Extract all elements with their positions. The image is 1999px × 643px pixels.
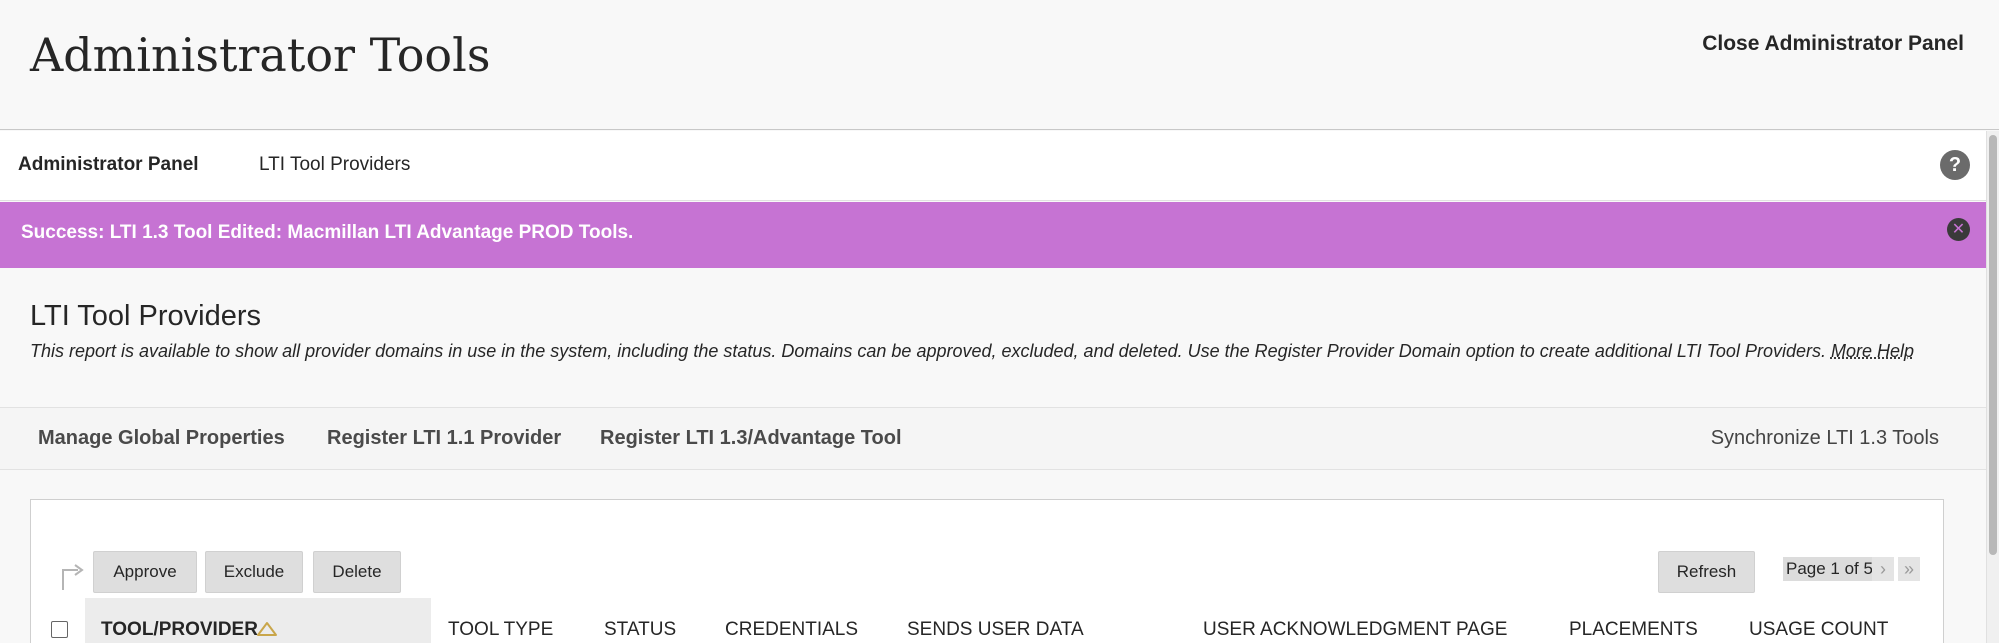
column-sends-user-data[interactable]: SENDS USER DATA [907,619,1084,641]
close-admin-panel-link[interactable]: Close Administrator Panel [1702,32,1964,56]
help-icon[interactable]: ? [1940,150,1970,180]
delete-button[interactable]: Delete [313,551,401,593]
approve-button[interactable]: Approve [93,551,197,593]
breadcrumb-admin-panel[interactable]: Administrator Panel [18,154,199,176]
manage-global-properties-button[interactable]: Manage Global Properties [38,427,285,450]
close-icon[interactable]: ✕ [1947,218,1970,241]
column-usage-count[interactable]: USAGE COUNT [1749,619,1888,641]
success-banner: Success: LTI 1.3 Tool Edited: Macmillan … [0,202,1986,268]
success-message: Success: LTI 1.3 Tool Edited: Macmillan … [21,222,634,243]
more-help-link[interactable]: More Help [1831,341,1914,361]
breadcrumb: Administrator Panel LTI Tool Providers ? [0,131,1986,201]
column-user-acknowledgment-page[interactable]: USER ACKNOWLEDGMENT PAGE [1203,619,1507,641]
breadcrumb-current: LTI Tool Providers [259,154,411,175]
register-lti13-tool-button[interactable]: Register LTI 1.3/Advantage Tool [600,427,902,450]
sort-ascending-icon [257,622,277,636]
action-bar: Manage Global Properties Register LTI 1.… [0,407,1986,470]
description-text: This report is available to show all pro… [30,341,1826,361]
column-placements[interactable]: PLACEMENTS [1569,619,1698,641]
page-header: Administrator Tools Close Administrator … [0,0,1999,130]
section-title: LTI Tool Providers [30,300,262,332]
page-description: This report is available to show all pro… [30,341,1980,362]
register-lti11-provider-button[interactable]: Register LTI 1.1 Provider [327,427,561,450]
page-scrollbar[interactable] [1986,131,1999,643]
bulk-select-arrow-icon [62,564,84,590]
column-credentials[interactable]: CREDENTIALS [725,619,858,641]
page-indicator: Page 1 of 5 [1783,557,1876,581]
scrollbar-thumb[interactable] [1989,135,1997,555]
column-status[interactable]: STATUS [604,619,676,641]
column-tool-type[interactable]: TOOL TYPE [448,619,553,641]
last-page-icon[interactable]: » [1898,557,1920,581]
synchronize-lti13-button[interactable]: Synchronize LTI 1.3 Tools [1711,427,1939,450]
column-tool-provider[interactable]: TOOL/PROVIDER [101,619,258,641]
exclude-button[interactable]: Exclude [205,551,303,593]
next-page-icon[interactable]: › [1872,557,1894,581]
page-title: Administrator Tools [30,28,491,82]
refresh-button[interactable]: Refresh [1658,551,1755,593]
select-all-checkbox[interactable] [51,621,68,638]
